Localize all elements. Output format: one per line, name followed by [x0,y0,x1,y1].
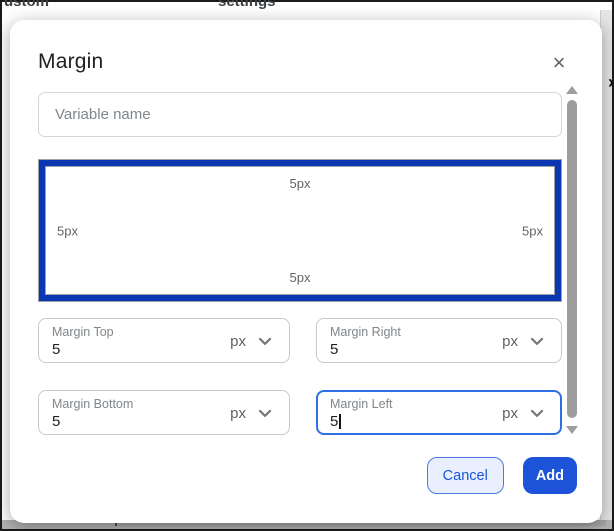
unit-label: px [502,333,518,350]
preview-bottom-value: 5px [290,270,311,285]
margin-bottom-label: Margin Bottom [52,397,133,411]
unit-label: px [230,333,246,350]
margin-left-label: Margin Left [330,397,393,411]
margin-right-value[interactable]: 5 [330,341,401,358]
dialog-footer: Cancel Add [427,457,577,494]
add-button[interactable]: Add [523,457,577,494]
background-page-top: ustom settings [2,0,612,11]
margin-top-label: Margin Top [52,325,114,339]
unit-label: px [502,405,518,422]
margin-bottom-unit-select[interactable]: px [230,403,277,423]
margin-top-unit-select[interactable]: px [230,331,277,351]
dialog-body: 5px 5px 5px 5px Margin Top 5 px Margin [10,92,566,435]
scroll-down-arrow[interactable] [566,426,578,434]
margin-right-unit-select[interactable]: px [502,331,549,351]
margin-left-unit-select[interactable]: px [502,403,549,423]
margin-dialog: Margin × 5px 5px 5px 5px Margin Top 5 px [10,20,602,523]
chevron-down-icon [255,403,275,423]
scrollbar-thumb[interactable] [567,100,577,418]
margin-preview-inner: 5px 5px 5px 5px [45,166,555,295]
cancel-button[interactable]: Cancel [427,457,504,494]
dialog-header: Margin × [10,20,602,92]
dialog-title: Margin [38,50,574,74]
text-cursor [339,414,341,429]
background-text-fragment: ustom [4,0,49,10]
preview-right-value: 5px [522,223,543,238]
margin-bottom-value[interactable]: 5 [52,413,133,430]
margin-fields-grid: Margin Top 5 px Margin Right 5 px [38,318,538,435]
close-icon[interactable]: × [546,50,572,76]
field-text: Margin Right 5 [330,325,401,358]
margin-top-field[interactable]: Margin Top 5 px [38,318,290,363]
preview-top-value: 5px [290,176,311,191]
background-text-fragment: settings [218,0,276,10]
unit-label: px [230,405,246,422]
field-text: Margin Bottom 5 [52,397,133,430]
margin-left-value[interactable]: 5 [330,413,393,430]
margin-bottom-field[interactable]: Margin Bottom 5 px [38,390,290,435]
margin-preview-box: 5px 5px 5px 5px [38,159,562,302]
variable-name-input[interactable] [38,92,562,137]
margin-right-label: Margin Right [330,325,401,339]
scroll-up-arrow[interactable] [566,86,578,94]
panel-chevron-icon: › [608,72,614,93]
margin-left-value-text: 5 [330,413,338,430]
margin-right-field[interactable]: Margin Right 5 px [316,318,562,363]
margin-top-value[interactable]: 5 [52,341,114,358]
chevron-down-icon [527,403,547,423]
field-text: Margin Top 5 [52,325,114,358]
margin-left-field[interactable]: Margin Left 5 px [316,390,562,435]
dialog-scrollbar[interactable] [566,86,578,434]
chevron-down-icon [255,331,275,351]
preview-left-value: 5px [57,223,78,238]
field-text: Margin Left 5 [330,397,393,430]
chevron-down-icon [527,331,547,351]
